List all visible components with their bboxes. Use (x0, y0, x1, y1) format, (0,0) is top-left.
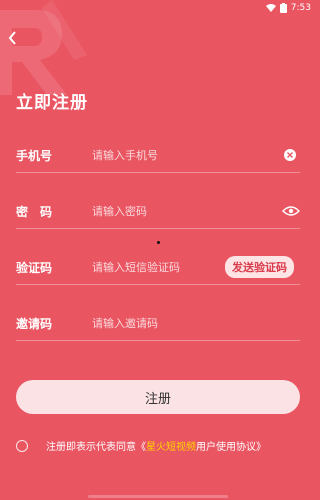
register-button[interactable]: 注册 (16, 380, 300, 414)
password-input[interactable]: 请输入密码 (92, 203, 282, 219)
invite-field-row: 邀请码 请输入邀请码 (16, 306, 300, 341)
phone-field-row: 手机号 请输入手机号 (16, 138, 300, 173)
password-field-row: 密 码 请输入密码 (16, 194, 300, 229)
agreement-brand-link[interactable]: 星火短视频 (146, 438, 196, 453)
agreement-suffix-link[interactable]: 用户使用协议》 (196, 438, 266, 453)
page-title: 立即注册 (16, 93, 88, 113)
home-indicator (88, 495, 228, 498)
code-input[interactable]: 请输入短信验证码 (92, 259, 225, 275)
agreement-prefix: 注册即表示代表同意《 (46, 442, 146, 453)
agree-radio[interactable] (16, 439, 28, 452)
code-field-row: 验证码 请输入短信验证码 发送验证码 (16, 250, 300, 285)
phone-label: 手机号 (16, 148, 53, 163)
send-code-button[interactable]: 发送验证码 (225, 256, 294, 278)
eye-icon[interactable] (282, 206, 300, 216)
phone-input[interactable]: 请输入手机号 (92, 147, 284, 163)
cursor-dot (157, 241, 160, 244)
wifi-icon (265, 4, 276, 12)
agreement-row: 注册即表示代表同意《 星火短视频 用户使用协议》 (16, 438, 266, 453)
invite-label: 邀请码 (16, 316, 53, 331)
code-label: 验证码 (16, 260, 53, 275)
invite-input[interactable]: 请输入邀请码 (92, 315, 300, 331)
status-time: 7:53 (290, 3, 311, 13)
back-button[interactable] (4, 28, 20, 48)
clear-icon[interactable] (284, 149, 296, 161)
chevron-left-icon (8, 31, 16, 45)
status-bar: 7:53 (0, 0, 317, 16)
battery-icon (279, 3, 287, 13)
password-label: 密 码 (16, 204, 53, 219)
